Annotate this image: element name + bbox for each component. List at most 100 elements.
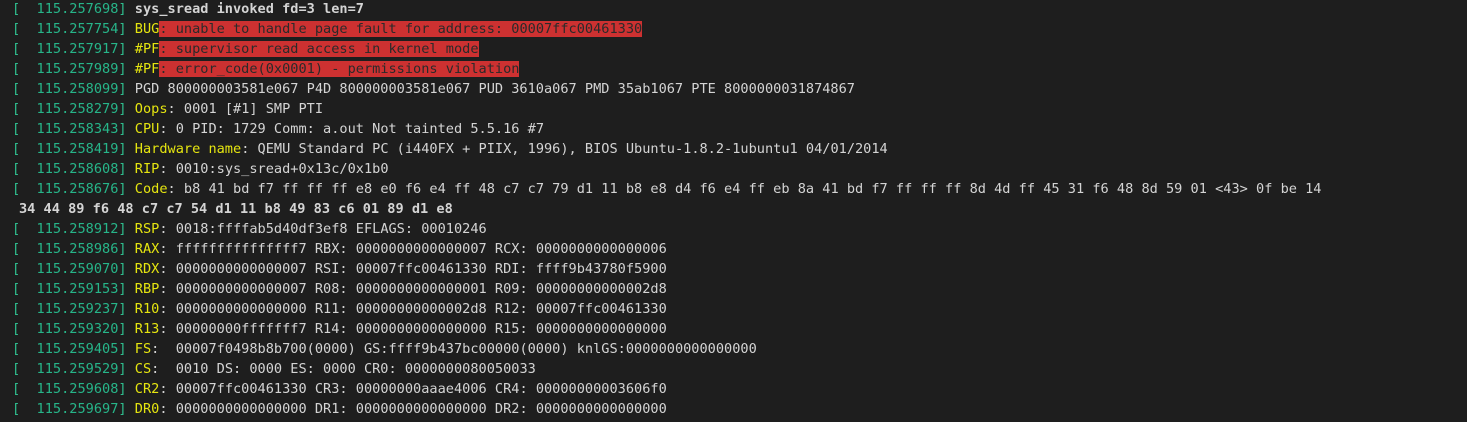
timestamp-close-bracket: ] xyxy=(118,241,135,257)
log-line: [ 115.258419] Hardware name: QEMU Standa… xyxy=(12,139,1467,159)
log-line: [ 115.259237] R10: 0000000000000000 R11:… xyxy=(12,299,1467,319)
log-message: : 0010:sys_sread+0x13c/0x1b0 xyxy=(159,161,389,177)
timestamp-close-bracket: ] xyxy=(118,21,135,37)
log-timestamp: 115.257989 xyxy=(20,61,119,77)
log-label: RSP xyxy=(134,221,160,237)
log-timestamp: 115.259320 xyxy=(20,321,119,337)
log-line: [ 115.259529] CS: 0010 DS: 0000 ES: 0000… xyxy=(12,359,1467,379)
timestamp-open-bracket: [ xyxy=(12,121,21,137)
log-label: BUG xyxy=(134,21,160,37)
timestamp-open-bracket: [ xyxy=(12,181,21,197)
log-label: R10 xyxy=(134,301,160,317)
log-error-message: : error_code(0x0001) - permissions viola… xyxy=(159,61,520,77)
log-message: : 0000000000000000 DR1: 0000000000000000… xyxy=(159,401,667,417)
log-label: RBP xyxy=(134,281,160,297)
log-message: : 0010 DS: 0000 ES: 0000 CR0: 0000000080… xyxy=(151,361,536,377)
timestamp-open-bracket: [ xyxy=(12,161,21,177)
log-message: : 0000000000000007 RSI: 00007ffc00461330… xyxy=(159,261,667,277)
log-timestamp: 115.259529 xyxy=(20,361,119,377)
log-line: [ 115.257989] #PF: error_code(0x0001) - … xyxy=(12,59,1467,79)
timestamp-close-bracket: ] xyxy=(118,1,135,17)
log-message: : 00007f0498b8b700(0000) GS:ffff9b437bc0… xyxy=(151,341,757,357)
timestamp-open-bracket: [ xyxy=(12,361,21,377)
timestamp-close-bracket: ] xyxy=(118,341,135,357)
log-timestamp: 115.259070 xyxy=(20,261,119,277)
log-timestamp: 115.258676 xyxy=(20,181,119,197)
log-label: #PF xyxy=(134,41,160,57)
log-timestamp: 115.259237 xyxy=(20,301,119,317)
timestamp-open-bracket: [ xyxy=(12,221,21,237)
log-timestamp: 115.258419 xyxy=(20,141,119,157)
timestamp-close-bracket: ] xyxy=(118,381,135,397)
timestamp-open-bracket: [ xyxy=(12,41,21,57)
timestamp-close-bracket: ] xyxy=(118,121,135,137)
log-label: RIP xyxy=(134,161,160,177)
log-timestamp: 115.258099 xyxy=(20,81,119,97)
log-line: [ 115.258099] PGD 800000003581e067 P4D 8… xyxy=(12,79,1467,99)
log-message: PGD 800000003581e067 P4D 800000003581e06… xyxy=(134,81,855,97)
log-line: [ 115.259405] FS: 00007f0498b8b700(0000)… xyxy=(12,339,1467,359)
timestamp-open-bracket: [ xyxy=(12,321,21,337)
timestamp-close-bracket: ] xyxy=(118,361,135,377)
timestamp-open-bracket: [ xyxy=(12,1,21,17)
timestamp-open-bracket: [ xyxy=(12,261,21,277)
log-line: [ 115.258279] Oops: 0001 [#1] SMP PTI xyxy=(12,99,1467,119)
log-line: [ 115.259608] CR2: 00007ffc00461330 CR3:… xyxy=(12,379,1467,399)
timestamp-close-bracket: ] xyxy=(118,301,135,317)
timestamp-close-bracket: ] xyxy=(118,401,135,417)
timestamp-close-bracket: ] xyxy=(118,101,135,117)
log-label: R13 xyxy=(134,321,160,337)
log-line: [ 115.259697] DR0: 0000000000000000 DR1:… xyxy=(12,399,1467,419)
log-timestamp: 115.258912 xyxy=(20,221,119,237)
log-line: [ 115.258986] RAX: fffffffffffffff7 RBX:… xyxy=(12,239,1467,259)
log-line: 34 44 89 f6 48 c7 c7 54 d1 11 b8 49 83 c… xyxy=(19,199,1467,219)
log-label: RDX xyxy=(134,261,160,277)
log-message: : QEMU Standard PC (i440FX + PIIX, 1996)… xyxy=(241,141,888,157)
log-line: [ 115.257754] BUG: unable to handle page… xyxy=(12,19,1467,39)
timestamp-close-bracket: ] xyxy=(118,141,135,157)
timestamp-open-bracket: [ xyxy=(12,61,21,77)
timestamp-close-bracket: ] xyxy=(118,261,135,277)
log-timestamp: 115.259608 xyxy=(20,381,119,397)
timestamp-open-bracket: [ xyxy=(12,301,21,317)
log-error-message: : supervisor read access in kernel mode xyxy=(159,41,479,57)
log-line: [ 115.257698] sys_sread invoked fd=3 len… xyxy=(12,0,1467,19)
log-timestamp: 115.257917 xyxy=(20,41,119,57)
log-label: CS xyxy=(134,361,152,377)
log-message: : 0000000000000000 R11: 00000000000002d8… xyxy=(159,301,667,317)
timestamp-close-bracket: ] xyxy=(118,61,135,77)
log-label: CR2 xyxy=(134,381,160,397)
log-message: : 0000000000000007 R08: 0000000000000001… xyxy=(159,281,667,297)
timestamp-close-bracket: ] xyxy=(118,161,135,177)
terminal-output[interactable]: [ 115.257698] sys_sread invoked fd=3 len… xyxy=(0,0,1467,421)
log-label: #PF xyxy=(134,61,160,77)
timestamp-close-bracket: ] xyxy=(118,221,135,237)
log-line: [ 115.258608] RIP: 0010:sys_sread+0x13c/… xyxy=(12,159,1467,179)
log-timestamp: 115.257698 xyxy=(20,1,119,17)
log-error-message: : unable to handle page fault for addres… xyxy=(159,21,643,37)
timestamp-close-bracket: ] xyxy=(118,321,135,337)
log-continuation-text: 34 44 89 f6 48 c7 c7 54 d1 11 b8 49 83 c… xyxy=(19,201,453,217)
log-message: : 00007ffc00461330 CR3: 00000000aaae4006… xyxy=(159,381,667,397)
timestamp-close-bracket: ] xyxy=(118,41,135,57)
log-message: : 0 PID: 1729 Comm: a.out Not tainted 5.… xyxy=(159,121,544,137)
log-line: [ 115.259153] RBP: 0000000000000007 R08:… xyxy=(12,279,1467,299)
timestamp-open-bracket: [ xyxy=(12,381,21,397)
log-message: : fffffffffffffff7 RBX: 0000000000000007… xyxy=(159,241,667,257)
timestamp-open-bracket: [ xyxy=(12,341,21,357)
log-message: : 0001 [#1] SMP PTI xyxy=(167,101,324,117)
log-line: [ 115.259320] R13: 00000000fffffff7 R14:… xyxy=(12,319,1467,339)
log-timestamp: 115.258986 xyxy=(20,241,119,257)
timestamp-open-bracket: [ xyxy=(12,241,21,257)
log-label: CPU xyxy=(134,121,160,137)
timestamp-open-bracket: [ xyxy=(12,141,21,157)
log-message: sys_sread invoked fd=3 len=7 xyxy=(134,1,364,17)
timestamp-close-bracket: ] xyxy=(118,281,135,297)
log-message: : b8 41 bd f7 ff ff ff e8 e0 f6 e4 ff 48… xyxy=(167,181,1322,197)
timestamp-open-bracket: [ xyxy=(12,21,21,37)
log-timestamp: 115.258343 xyxy=(20,121,119,137)
log-label: Oops xyxy=(134,101,168,117)
log-label: DR0 xyxy=(134,401,160,417)
log-label: Hardware name xyxy=(134,141,242,157)
timestamp-close-bracket: ] xyxy=(118,181,135,197)
